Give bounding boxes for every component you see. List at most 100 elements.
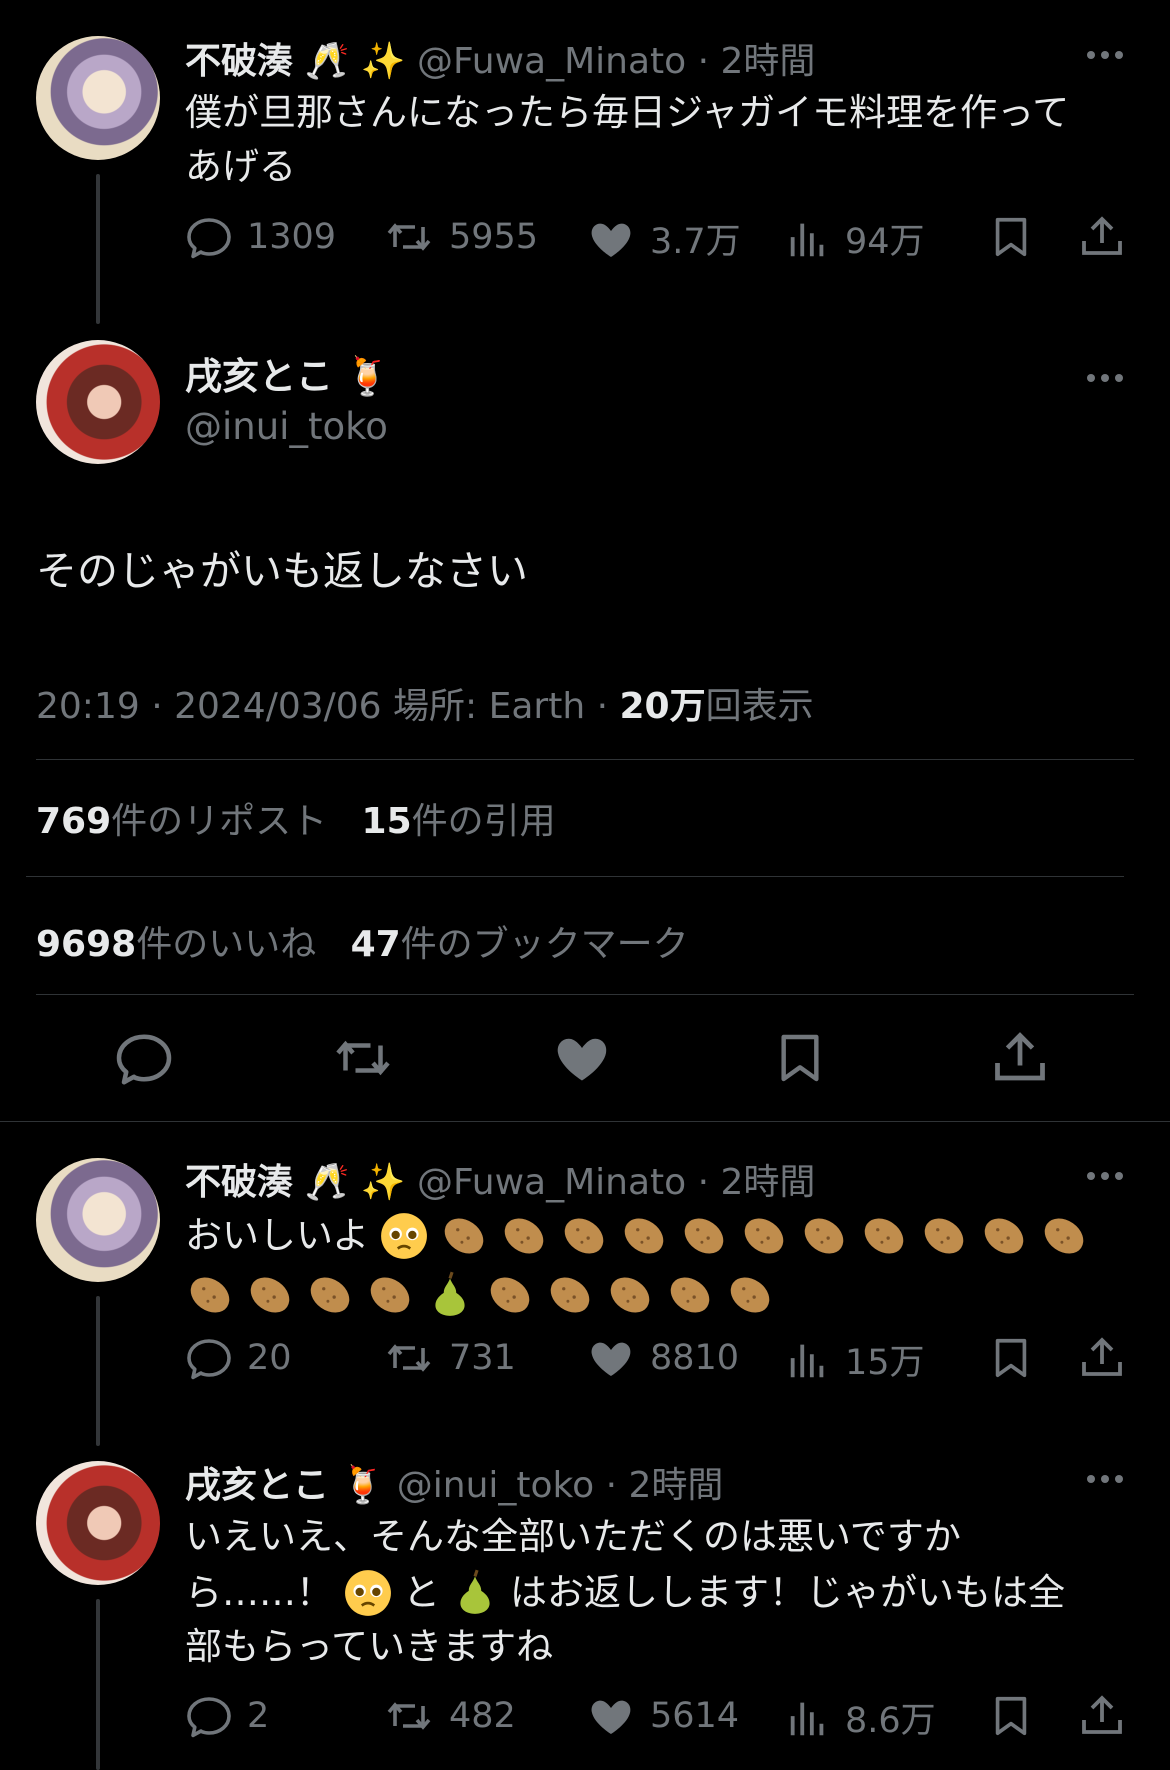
potato-icon [559,1211,609,1261]
reply-button[interactable]: 1309 [185,213,336,261]
reposts-label: 件のリポスト [111,801,328,842]
tweet-text-line: いえいえ、そんな全部いただくのは悪いですか [185,1515,961,1558]
tweet-text-part: ら……！ [185,1570,333,1614]
more-icon[interactable] [1087,51,1123,59]
tweet-header: 不破湊 🥂 ✨ @Fuwa_Minato · 2時間 [185,32,815,84]
potato-icon [185,1270,235,1320]
potato-icon [245,1270,295,1320]
share-icon [1078,213,1126,261]
reply-count: 20 [247,1338,292,1378]
bookmark-button[interactable] [988,213,1034,261]
bookmark-icon [772,1028,828,1088]
tweet-header: 戌亥とこ 🍹 @inui_toko · 2時間 [185,1456,723,1508]
repost-button[interactable]: 5955 [383,213,538,261]
share-icon [990,1028,1050,1088]
author-name[interactable]: 戌亥とこ [185,1465,329,1506]
reply-button[interactable]: 20 [185,1334,292,1382]
tweet-text-part: と [403,1570,440,1614]
divider [26,876,1124,877]
views-count: 8.6万 [845,1701,936,1741]
likes-link[interactable]: 9698件のいいね [36,924,316,965]
bookmarks-label: 件のブックマーク [400,924,689,965]
like-button[interactable]: 5614 [586,1692,739,1740]
avatar-fuwa[interactable] [36,36,160,160]
avatar-inui[interactable] [36,340,160,464]
bookmark-button[interactable] [772,1028,828,1088]
repost-button[interactable]: 482 [383,1692,516,1740]
more-icon[interactable] [1087,1172,1123,1180]
potato-icon [665,1270,715,1320]
tweet-header: 不破湊 🥂 ✨ @Fuwa_Minato · 2時間 [185,1153,815,1205]
like-button[interactable]: 8810 [586,1334,739,1382]
potato-icon [919,1211,969,1261]
reposts-link[interactable]: 769件のリポスト [36,801,327,842]
author-handle[interactable]: @Fuwa_Minato [417,41,686,82]
avatar-fuwa[interactable] [36,1158,160,1282]
more-icon[interactable] [1087,1475,1123,1483]
bookmark-icon [988,1334,1034,1382]
bookmark-button[interactable] [988,1334,1034,1382]
author-name[interactable]: 不破湊 [185,1162,293,1203]
author-handle[interactable]: @inui_toko [397,1465,594,1506]
main-tweet-text: そのじゃがいも返しなさい [36,547,528,595]
bookmarks-link[interactable]: 47件のブックマーク [351,924,689,965]
like-stats: 9698件のいいね 47件のブックマーク [36,915,689,967]
views-number: 20万 [619,686,706,727]
repost-button[interactable]: 731 [383,1334,516,1382]
main-tweet-author: 戌亥とこ 🍹 @inui_toko [185,352,391,452]
potato-icon [859,1211,909,1261]
author-badge-emoji: 🍹 [344,355,391,398]
views-button[interactable]: 8.6万 [785,1692,936,1743]
reply-count: 2 [247,1696,270,1736]
tweet-time[interactable]: · 2時間 [698,1162,816,1203]
bookmarks-number: 47 [350,924,401,965]
divider [0,1121,1170,1122]
views-button[interactable]: 15万 [785,1334,925,1385]
author-handle[interactable]: @Fuwa_Minato [417,1162,686,1203]
tweet-time[interactable]: · 2時間 [698,41,816,82]
like-button[interactable]: 3.7万 [586,213,741,264]
likes-label: 件のいいね [136,924,317,965]
views-button[interactable]: 94万 [785,213,925,264]
tweet-location: 場所: Earth · [393,686,609,727]
tweet-time[interactable]: · 2時間 [606,1465,724,1506]
tweet-text-line: あげる [185,145,296,188]
author-name[interactable]: 戌亥とこ [185,355,333,398]
bookmark-button[interactable] [988,1692,1034,1740]
share-button[interactable] [990,1028,1050,1088]
tweet-text: 僕が旦那さんになったら毎日ジャガイモ料理を作って あげる [185,86,1145,194]
repost-button[interactable] [330,1028,396,1088]
bookmark-icon [988,1692,1034,1740]
tweet-text: いえいえ、そんな全部いただくのは悪いですか ら……！ と はお返しします！じゃが… [185,1510,1145,1674]
potato-icon [1039,1211,1089,1261]
author-badge-emoji: 🍹 [340,1465,386,1506]
like-icon [586,215,636,263]
avatar-inui[interactable] [36,1461,160,1585]
tweet-text-part: はお返しします！じゃがいもは全 [510,1570,1065,1614]
more-icon[interactable] [1087,374,1123,382]
like-button[interactable] [552,1028,612,1088]
author-handle[interactable]: @inui_toko [185,402,391,452]
share-icon [1078,1334,1126,1382]
author-badge-emoji: 🥂 ✨ [304,1162,406,1203]
share-button[interactable] [1078,1692,1126,1740]
reply-button[interactable]: 2 [185,1692,269,1740]
reply-icon [185,213,233,261]
share-button[interactable] [1078,213,1126,261]
pleading-face-icon [379,1211,429,1261]
tweet-timestamp[interactable]: 20:19 · 2024/03/06 [36,686,382,727]
pear-icon [425,1270,475,1320]
views-label: 回表示 [705,686,814,727]
repost-count: 482 [449,1696,516,1736]
views-icon [785,215,831,263]
share-button[interactable] [1078,1334,1126,1382]
potato-icon [799,1211,849,1261]
reply-button[interactable] [114,1028,174,1088]
potato-icon [499,1211,549,1261]
tweet-text-line: 部もらっていきますね [185,1624,554,1668]
reply-count: 1309 [247,217,337,257]
author-name[interactable]: 不破湊 [185,41,293,82]
quotes-link[interactable]: 15件の引用 [362,801,556,842]
repost-count: 5955 [449,217,539,257]
potato-icon [305,1270,355,1320]
